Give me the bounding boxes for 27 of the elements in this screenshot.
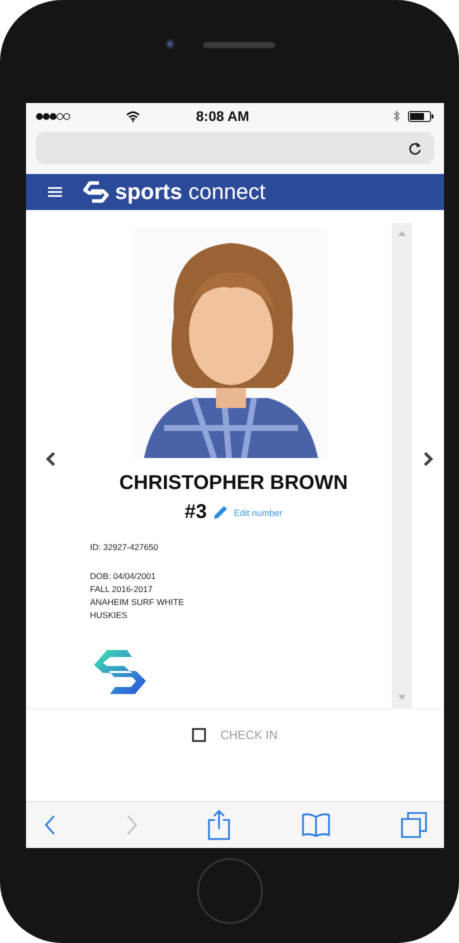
player-detail: DOB: 04/04/2001 xyxy=(90,570,157,583)
logo-icon xyxy=(82,180,110,204)
pencil-icon[interactable] xyxy=(212,504,229,521)
check-in-checkbox[interactable] xyxy=(192,728,206,742)
address-field[interactable] xyxy=(36,132,434,164)
speaker-grille xyxy=(202,42,274,48)
player-name: CHRISTOPHER BROWN xyxy=(119,472,348,495)
book-icon[interactable] xyxy=(300,812,330,838)
brand-name: sports connect xyxy=(115,179,266,205)
player-detail: HUSKIES xyxy=(90,609,128,622)
camera-icon xyxy=(164,38,174,48)
tabs-icon[interactable] xyxy=(400,811,428,839)
reload-icon[interactable] xyxy=(408,140,422,156)
check-in-label: CHECK IN xyxy=(220,728,278,742)
menu-icon[interactable] xyxy=(48,186,62,198)
edit-number-link[interactable]: Edit number xyxy=(234,508,282,518)
player-id: ID: 32927-427650 xyxy=(90,542,160,552)
battery-icon xyxy=(408,110,434,122)
player-detail: ANAHEIM SURF WHITE xyxy=(90,596,184,609)
share-icon[interactable] xyxy=(207,810,231,840)
wifi-icon xyxy=(126,110,140,122)
back-icon[interactable] xyxy=(44,814,56,836)
status-time: 8:08 AM xyxy=(196,108,250,124)
player-detail: FALL 2016-2017 xyxy=(90,583,154,596)
jersey-number: #3 xyxy=(184,501,207,524)
signal-icon xyxy=(36,112,70,120)
bluetooth-icon xyxy=(393,110,400,122)
